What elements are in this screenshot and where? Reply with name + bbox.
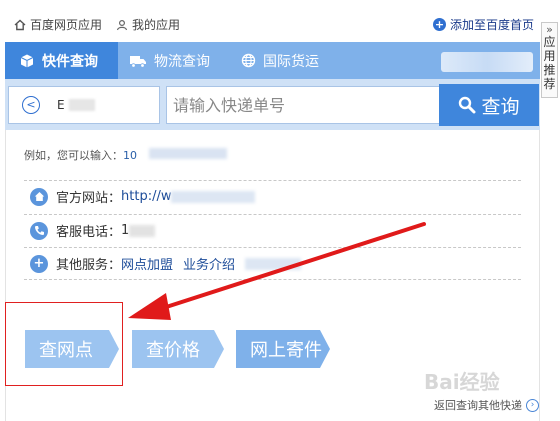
query-button[interactable]: 查询 — [439, 84, 539, 126]
home-circle-icon — [30, 187, 48, 206]
tab-express-query[interactable]: 快件查询 — [5, 42, 118, 79]
phone-circle-icon — [30, 221, 48, 240]
phone-blurred — [129, 224, 156, 237]
example-number-blurred — [149, 148, 227, 159]
top-bar: 百度网页应用 我的应用 + 添加至百度首页 — [0, 0, 540, 42]
company-selector[interactable]: < E — [8, 86, 160, 124]
back-circle-icon[interactable]: < — [22, 96, 40, 114]
tab-bar: 快件查询 物流查询 国际货运 — [5, 42, 540, 79]
add-home-label: 添加至百度首页 — [449, 18, 534, 32]
company-logo-blurred — [441, 52, 533, 72]
baidu-watermark: Bai经验 — [424, 370, 500, 394]
phone-row: 客服电话： 1 — [24, 214, 521, 246]
online-shipping-button[interactable]: 网上寄件 — [236, 330, 330, 368]
double-chevron-icon: » — [546, 23, 553, 36]
return-link-label: 返回查询其他快递 — [434, 399, 522, 412]
my-apps-link[interactable]: 我的应用 — [116, 16, 180, 33]
find-outlet-label: 查网点 — [39, 340, 93, 361]
baidu-apps-link[interactable]: 百度网页应用 — [14, 16, 102, 33]
add-home-link[interactable]: + 添加至百度首页 — [432, 16, 534, 33]
phone-value: 1 — [121, 223, 130, 238]
check-price-label: 查价格 — [146, 340, 200, 361]
baidu-apps-label: 百度网页应用 — [30, 18, 103, 32]
truck-icon — [130, 55, 146, 68]
search-icon — [459, 96, 476, 114]
website-row: 官方网站： http://w — [24, 180, 521, 212]
tab-logistics-query[interactable]: 物流查询 — [129, 42, 210, 79]
plus-circle-icon: + — [432, 18, 446, 31]
plus-circle-icon: + — [30, 254, 48, 273]
home-icon — [14, 19, 26, 30]
service-link-business-intro[interactable]: 业务介绍 — [183, 254, 235, 273]
example-prefix: 例如，您可以输入： — [24, 149, 123, 162]
side-recommend-label: 应用推荐 — [543, 35, 556, 91]
chevron-right-icon: › — [526, 398, 539, 412]
top-nav: 百度网页应用 我的应用 — [14, 16, 194, 33]
my-apps-label: 我的应用 — [132, 18, 181, 32]
side-recommend-tab[interactable]: » 应用推荐 — [541, 22, 558, 98]
find-outlet-button[interactable]: 查网点 — [25, 330, 119, 368]
example-hint: 例如，您可以输入：10 — [24, 147, 137, 163]
tab-logistics-query-label: 物流查询 — [154, 53, 210, 70]
website-link[interactable]: http://w — [121, 189, 171, 204]
online-shipping-label: 网上寄件 — [250, 340, 322, 361]
tab-international-freight-label: 国际货运 — [263, 53, 319, 70]
service-link-blurred — [245, 257, 302, 270]
services-row: + 其他服务： 网点加盟 业务介绍 — [24, 247, 521, 280]
cube-icon — [20, 54, 34, 67]
company-name: E — [57, 98, 65, 112]
tracking-number-input[interactable] — [166, 86, 440, 124]
query-button-label: 查询 — [481, 95, 520, 118]
company-name-blurred — [69, 99, 95, 111]
search-row: < E 查询 — [5, 79, 540, 130]
phone-label: 客服电话： — [56, 225, 122, 240]
check-price-button[interactable]: 查价格 — [132, 330, 224, 368]
website-label: 官方网站： — [56, 191, 122, 206]
services-label: 其他服务： — [56, 258, 122, 273]
return-link[interactable]: 返回查询其他快递 › — [434, 397, 539, 413]
globe-icon — [241, 53, 256, 68]
example-number[interactable]: 10 — [123, 149, 137, 162]
tab-express-query-label: 快件查询 — [42, 53, 98, 70]
tab-international-freight[interactable]: 国际货运 — [241, 42, 319, 79]
website-blurred — [171, 190, 256, 203]
service-link-franchise[interactable]: 网点加盟 — [121, 254, 173, 273]
user-icon — [116, 19, 128, 30]
